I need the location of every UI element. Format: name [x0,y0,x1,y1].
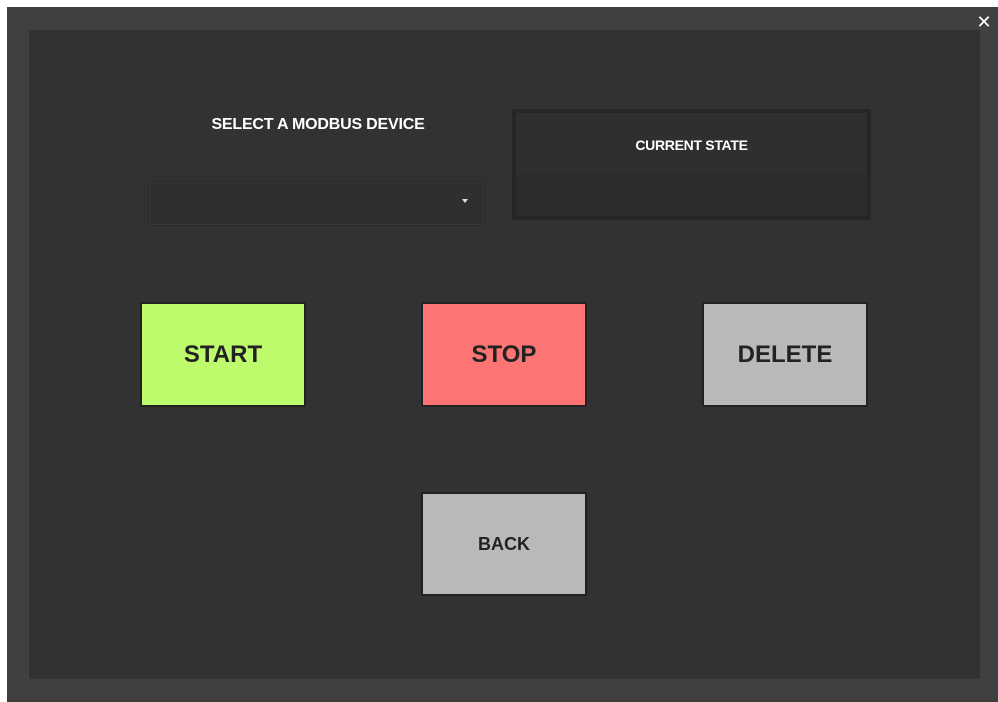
current-state-value [516,173,867,216]
current-state-header: CURRENT STATE [516,113,867,173]
stop-button[interactable]: STOP [421,302,587,407]
start-button[interactable]: START [140,302,306,407]
back-button[interactable]: BACK [421,492,587,596]
delete-button[interactable]: DELETE [702,302,868,407]
device-select-dropdown[interactable] [148,177,485,226]
chevron-down-icon [462,199,468,203]
current-state-panel: CURRENT STATE [512,109,871,220]
device-select-label: SELECT A MODBUS DEVICE [211,116,425,133]
